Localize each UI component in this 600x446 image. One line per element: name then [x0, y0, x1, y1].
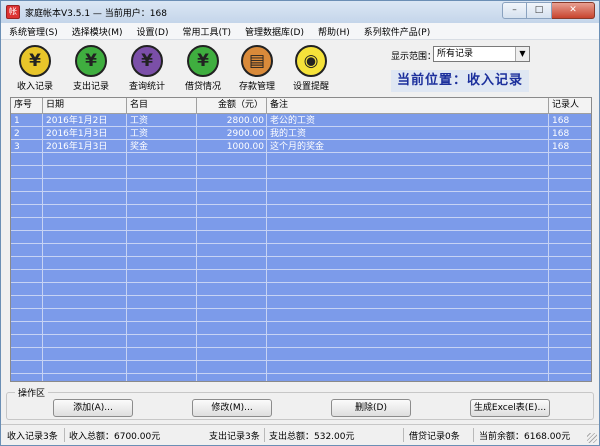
chevron-down-icon[interactable]: ▼ — [515, 47, 529, 61]
resize-grip-icon[interactable] — [587, 433, 597, 443]
add-button[interactable]: 添加(A)... — [53, 399, 133, 417]
cell-amount: 1000.00 — [226, 142, 264, 152]
menu-module[interactable]: 选择模块(M) — [72, 25, 123, 38]
lightbulb-icon: ◉ — [295, 45, 327, 77]
cell-index: 1 — [14, 116, 20, 126]
cell-note: 我的工资 — [270, 129, 307, 139]
exchange-icon: ¥ — [187, 45, 219, 77]
table-body: 1 2016年1月2日 工资 2800.00 老公的工资 168 2 2016年… — [11, 114, 591, 381]
table-header: 序号 日期 名目 金额（元） 备注 记录人 — [11, 98, 591, 114]
table-row[interactable]: 2 2016年1月3日 工资 2900.00 我的工资 168 — [11, 128, 591, 140]
status-income-count: 收入记录3条 — [7, 432, 58, 442]
column-divider — [126, 114, 127, 381]
toolbar-expense-button[interactable]: ¥ 支出记录 — [67, 45, 115, 92]
yuan-coin-icon: ¥ — [75, 45, 107, 77]
menu-settings[interactable]: 设置(D) — [137, 25, 169, 38]
status-income-total: 收入总额：6700.00元 — [69, 432, 161, 442]
status-expense-count: 支出记录3条 — [209, 432, 260, 442]
delete-button[interactable]: 删除(D) — [331, 399, 411, 417]
column-header-note[interactable]: 备注 — [267, 98, 549, 113]
table-row[interactable]: 3 2016年1月3日 奖金 1000.00 这个月的奖金 168 — [11, 141, 591, 153]
cell-note: 这个月的奖金 — [270, 142, 325, 152]
column-divider — [548, 114, 549, 381]
cell-note: 老公的工资 — [270, 116, 316, 126]
menu-database[interactable]: 管理数据库(D) — [245, 25, 304, 38]
edit-button[interactable]: 修改(M)... — [192, 399, 272, 417]
table-row[interactable]: 1 2016年1月2日 工资 2800.00 老公的工资 168 — [11, 115, 591, 127]
cell-date: 2016年1月2日 — [46, 116, 108, 126]
cell-index: 3 — [14, 142, 20, 152]
menu-system[interactable]: 系统管理(S) — [9, 25, 58, 38]
column-header-category[interactable]: 名目 — [127, 98, 197, 113]
cell-amount: 2900.00 — [226, 129, 264, 139]
title-bar: 帐 家庭帐本V3.5.1 — 当前用户：168 – □ ✕ — [1, 1, 599, 23]
close-button[interactable]: ✕ — [552, 2, 595, 19]
column-header-index[interactable]: 序号 — [11, 98, 43, 113]
range-select[interactable]: 所有记录 ▼ — [433, 46, 530, 62]
operations-title: 操作区 — [15, 386, 49, 399]
cell-recorder: 168 — [552, 142, 570, 152]
status-expense-total: 支出总额：532.00元 — [269, 432, 355, 442]
cell-amount: 2800.00 — [226, 116, 264, 126]
bank-book-icon: ▤ — [241, 45, 273, 77]
menu-bar: 系统管理(S) 选择模块(M) 设置(D) 常用工具(T) 管理数据库(D) 帮… — [1, 23, 599, 40]
toolbar-query-button[interactable]: ¥ 查询统计 — [123, 45, 171, 92]
window-controls: – □ ✕ — [502, 2, 595, 19]
column-divider — [196, 114, 197, 381]
status-divider — [64, 428, 65, 442]
toolbar-deposit-button[interactable]: ▤ 存款管理 — [233, 45, 281, 92]
status-divider — [264, 428, 265, 442]
column-divider — [266, 114, 267, 381]
status-bar: 收入记录3条 收入总额：6700.00元 支出记录3条 支出总额：532.00元… — [1, 424, 599, 445]
cell-recorder: 168 — [552, 116, 570, 126]
cell-date: 2016年1月3日 — [46, 129, 108, 139]
main-window: 帐 家庭帐本V3.5.1 — 当前用户：168 – □ ✕ 系统管理(S) 选择… — [0, 0, 600, 446]
cell-category: 工资 — [130, 129, 149, 139]
column-header-amount[interactable]: 金额（元） — [197, 98, 267, 113]
column-divider — [42, 114, 43, 381]
cell-category: 奖金 — [130, 142, 149, 152]
column-header-recorder[interactable]: 记录人 — [549, 98, 591, 113]
yuan-coin-icon: ¥ — [19, 45, 51, 77]
records-table: 序号 日期 名目 金额（元） 备注 记录人 1 2016年1月2日 工资 280… — [10, 97, 592, 382]
toolbar-reminder-button[interactable]: ◉ 设置提醒 — [287, 45, 335, 92]
status-divider — [403, 428, 404, 442]
range-label: 显示范围： — [391, 52, 437, 62]
status-loan-count: 借贷记录0条 — [409, 432, 460, 442]
cell-date: 2016年1月3日 — [46, 142, 108, 152]
toolbar-loan-button[interactable]: ¥ 借贷情况 — [179, 45, 227, 92]
menu-help[interactable]: 帮助(H) — [318, 25, 350, 38]
column-header-date[interactable]: 日期 — [43, 98, 127, 113]
status-divider — [473, 428, 474, 442]
menu-tools[interactable]: 常用工具(T) — [183, 25, 232, 38]
cell-category: 工资 — [130, 116, 149, 126]
export-excel-button[interactable]: 生成Excel表(E)... — [470, 399, 550, 417]
maximize-button[interactable]: □ — [527, 2, 552, 19]
window-title: 家庭帐本V3.5.1 — 当前用户：168 — [25, 8, 167, 19]
current-location: 当前位置：收入记录 — [391, 70, 529, 92]
range-selected-value: 所有记录 — [437, 49, 474, 59]
menu-products[interactable]: 系列软件产品(P) — [364, 25, 430, 38]
status-balance: 当前余额：6168.00元 — [479, 432, 571, 442]
minimize-button[interactable]: – — [502, 2, 527, 19]
cell-recorder: 168 — [552, 129, 570, 139]
search-icon: ¥ — [131, 45, 163, 77]
toolbar-income-button[interactable]: ¥ 收入记录 — [11, 45, 59, 92]
app-icon: 帐 — [6, 5, 20, 19]
cell-index: 2 — [14, 129, 20, 139]
